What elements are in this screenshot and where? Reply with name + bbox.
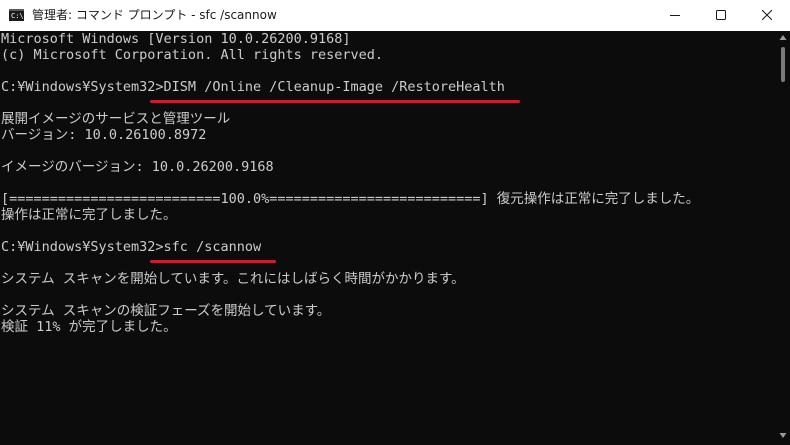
minimize-button[interactable] xyxy=(652,0,698,31)
sfc-highlight-underline xyxy=(150,260,276,263)
cmd-icon-glyph: C:\ xyxy=(11,12,24,20)
scroll-up-icon[interactable] xyxy=(779,34,787,42)
console-line: システム スキャンの検証フェーズを開始しています。 xyxy=(1,303,331,319)
progress-line: [==========================100.0%=======… xyxy=(1,191,700,207)
console-line: イメージのバージョン: 10.0.26200.9168 xyxy=(1,159,274,175)
console-line: システム スキャンを開始しています。これにはしばらく時間がかかります。 xyxy=(1,271,465,287)
maximize-button[interactable] xyxy=(698,0,744,31)
title-bar[interactable]: C:\ 管理者: コマンド プロンプト - sfc /scannow xyxy=(0,0,790,32)
console-line: (c) Microsoft Corporation. All rights re… xyxy=(1,47,384,63)
console-line: バージョン: 10.0.26100.8972 xyxy=(1,127,207,143)
maximize-icon xyxy=(716,10,726,20)
scroll-down-icon[interactable] xyxy=(779,431,787,439)
close-button[interactable] xyxy=(744,0,790,31)
dism-command-line: C:¥Windows¥System32>DISM /Online /Cleanu… xyxy=(1,79,505,95)
sfc-command-line: C:¥Windows¥System32>sfc /scannow xyxy=(1,239,262,255)
dism-highlight-underline xyxy=(150,100,520,103)
command-prompt-window: C:\ 管理者: コマンド プロンプト - sfc /scannow Micro… xyxy=(0,0,790,445)
minimize-icon xyxy=(670,15,680,16)
console-line: Microsoft Windows [Version 10.0.26200.91… xyxy=(1,31,351,47)
console-line: 操作は正常に完了しました。 xyxy=(1,207,177,223)
cmd-icon[interactable]: C:\ xyxy=(9,9,24,21)
close-icon xyxy=(762,10,772,20)
console-line: 展開イメージのサービスと管理ツール xyxy=(1,111,231,127)
window-title: 管理者: コマンド プロンプト - sfc /scannow xyxy=(32,8,277,22)
console-line: 検証 11% が完了しました。 xyxy=(1,319,177,335)
vertical-scrollbar[interactable] xyxy=(776,31,790,445)
console-output[interactable]: Microsoft Windows [Version 10.0.26200.91… xyxy=(0,31,776,445)
scroll-thumb[interactable] xyxy=(781,47,785,82)
